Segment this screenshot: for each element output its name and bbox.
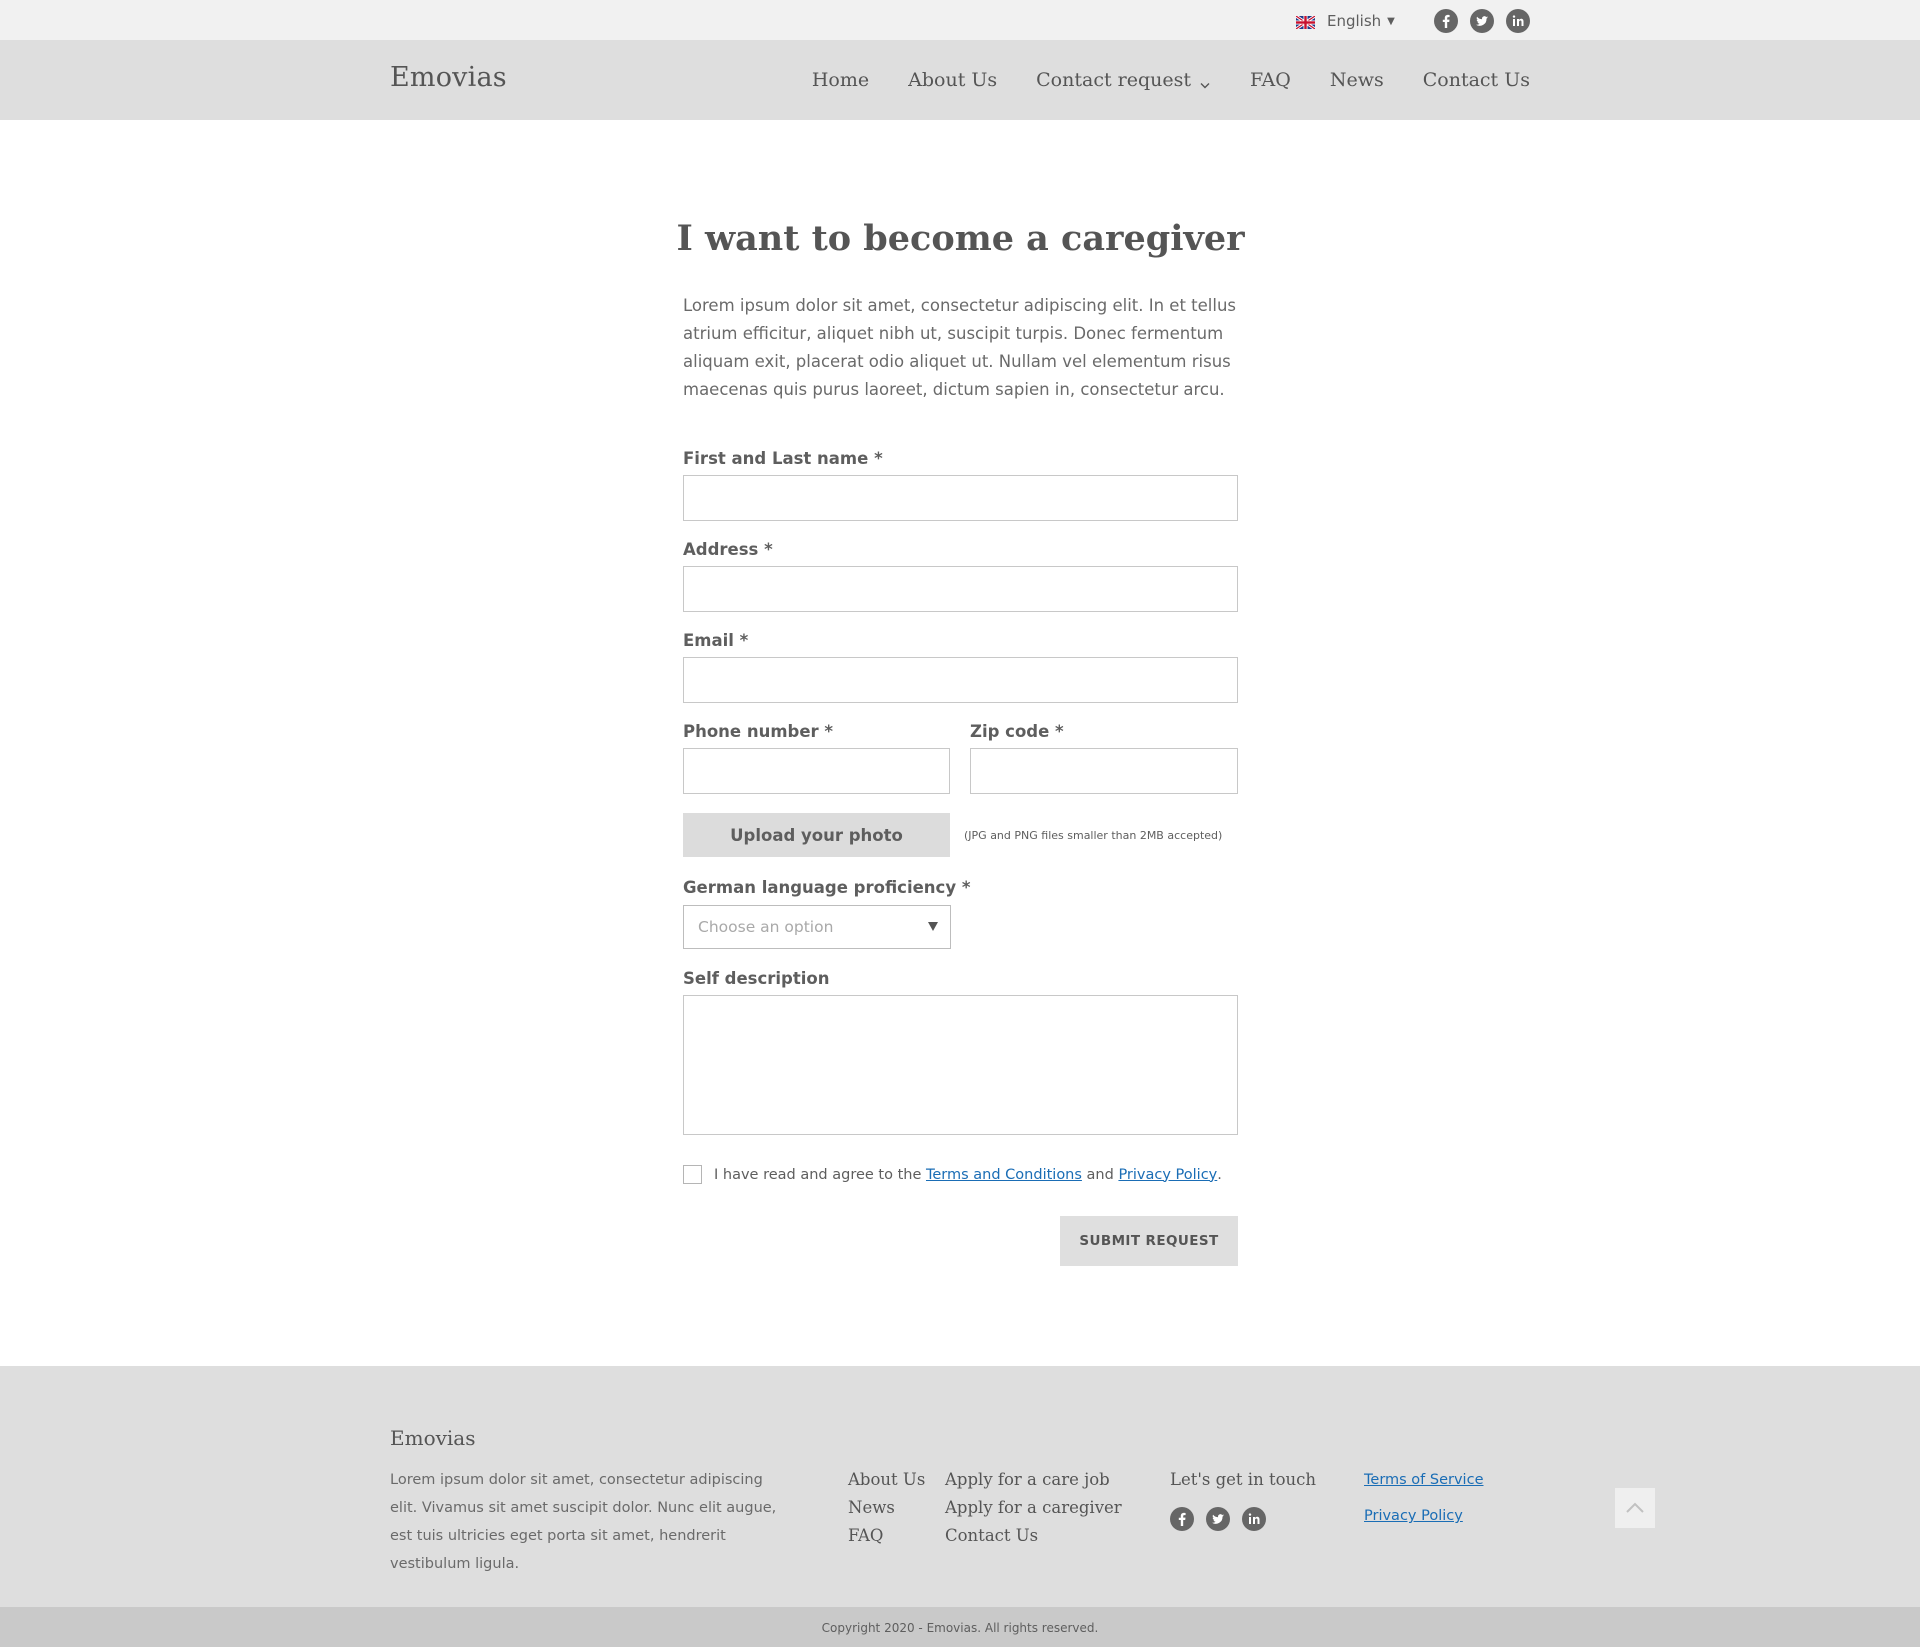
upload-hint: (JPG and PNG files smaller than 2MB acce… [964,829,1223,842]
name-input[interactable] [684,476,1237,520]
submit-request-button[interactable]: SUBMIT REQUEST [1060,1216,1238,1266]
back-to-top-button[interactable] [1615,1488,1655,1528]
footer-link-caregiver[interactable]: Apply for a caregiver [945,1494,1122,1522]
agree-prefix: I have read and agree to the [714,1166,922,1183]
chevron-up-icon [1626,1502,1644,1513]
language-selector[interactable]: English ▼ [1295,11,1395,31]
nav-home[interactable]: Home [812,69,869,91]
nav-news[interactable]: News [1330,69,1384,91]
phone-input[interactable] [684,749,949,793]
copyright-bar: Copyright 2020 - Emovias. All rights res… [0,1607,1920,1647]
zip-field-wrap [970,748,1238,794]
footer-social-links [1170,1507,1266,1531]
footer-link-faq[interactable]: FAQ [848,1522,925,1550]
email-input[interactable] [684,658,1237,702]
agree-suffix: . [1217,1166,1222,1183]
copyright-text: Copyright 2020 - Emovias. All rights res… [821,1621,1099,1635]
page-title: I want to become a caregiver [676,218,1245,259]
upload-photo-button[interactable]: Upload your photo [683,813,950,857]
agree-and: and [1086,1166,1114,1183]
self-description-textarea[interactable] [684,996,1237,1134]
nav-contact-us-label: Contact Us [1422,69,1530,91]
footer-link-contact-us[interactable]: Contact Us [945,1522,1122,1550]
privacy-link[interactable]: Privacy Policy [1118,1167,1217,1183]
site-logo[interactable]: Emovias [390,62,507,93]
select-placeholder: Choose an option [698,918,834,936]
nav-contact-us[interactable]: Contact Us [1423,69,1530,91]
site-footer: Emovias Lorem ipsum dolor sit amet, cons… [0,1366,1920,1607]
self-description-wrap [683,995,1238,1135]
footer-get-in-touch: Let's get in touch [1170,1470,1317,1489]
uk-flag-icon [1295,14,1316,30]
zip-input[interactable] [971,749,1237,793]
main-nav: Home About Us Contact request FAQ News C… [812,69,1530,91]
nav-about-us[interactable]: About Us [908,69,997,91]
footer-link-care-job[interactable]: Apply for a care job [945,1466,1122,1494]
site-header: Emovias Home About Us Contact request FA… [0,40,1920,120]
terms-of-service-link[interactable]: Terms of Service [1364,1466,1483,1494]
phone-field-wrap [683,748,950,794]
footer-text: Lorem ipsum dolor sit amet, consectetur … [390,1472,777,1572]
self-description-label: Self description [683,969,830,988]
german-proficiency-select[interactable]: Choose an option [683,905,951,949]
address-input[interactable] [684,567,1237,611]
nav-contact-request-label: Contact request [1036,69,1191,91]
nav-home-label: Home [811,69,870,91]
top-social-links [1434,9,1530,33]
top-bar: English ▼ [0,0,1920,40]
chevron-down-icon [1199,74,1211,89]
zip-label: Zip code * [970,722,1064,741]
twitter-icon[interactable] [1206,1507,1230,1531]
footer-links-col2: Apply for a care job Apply for a caregiv… [945,1466,1122,1550]
twitter-icon[interactable] [1470,9,1494,33]
address-field-wrap [683,566,1238,612]
agree-row: I have read and agree to the Terms and C… [683,1165,1222,1184]
footer-links-col1: About Us News FAQ [848,1466,925,1550]
footer-logo[interactable]: Emovias [390,1426,476,1450]
nav-about-us-label: About Us [908,69,998,91]
german-proficiency-label: German language proficiency * [683,878,971,897]
linkedin-icon[interactable] [1506,9,1530,33]
caret-down-icon: ▼ [1387,15,1395,27]
language-label: English [1327,12,1382,30]
email-field-wrap [683,657,1238,703]
nav-faq-label: FAQ [1250,69,1291,91]
facebook-icon[interactable] [1170,1507,1194,1531]
name-field-wrap [683,475,1238,521]
agree-checkbox[interactable] [683,1165,702,1184]
intro-text: Lorem ipsum dolor sit amet, consectetur … [683,296,1237,399]
address-label: Address * [683,540,773,559]
footer-link-news[interactable]: News [848,1494,925,1522]
name-label: First and Last name * [683,449,883,468]
email-label: Email * [683,631,749,650]
nav-faq[interactable]: FAQ [1250,69,1291,91]
terms-link[interactable]: Terms and Conditions [926,1167,1082,1183]
footer-legal-links: Terms of Service Privacy Policy [1364,1466,1483,1538]
privacy-policy-link[interactable]: Privacy Policy [1364,1502,1483,1530]
phone-label: Phone number * [683,722,834,741]
nav-news-label: News [1329,69,1384,91]
facebook-icon[interactable] [1434,9,1458,33]
dropdown-arrow-icon [928,922,938,931]
linkedin-icon[interactable] [1242,1507,1266,1531]
nav-contact-request[interactable]: Contact request [1036,69,1211,91]
footer-link-about-us[interactable]: About Us [848,1466,925,1494]
